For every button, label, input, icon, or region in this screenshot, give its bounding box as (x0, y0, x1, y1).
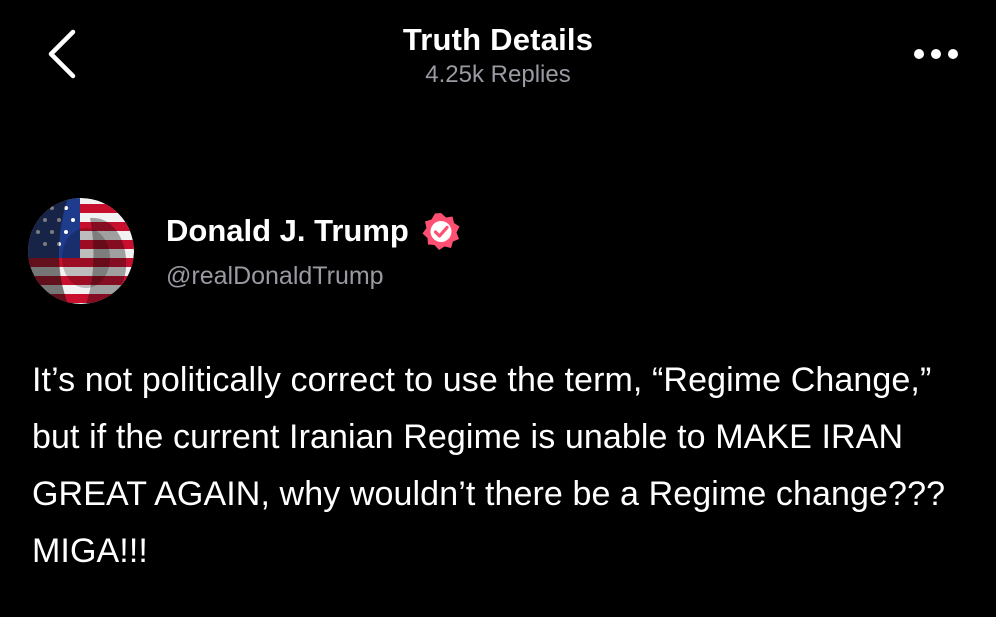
verified-badge-icon (421, 211, 461, 251)
author-name-line: Donald J. Trump (166, 211, 461, 251)
post-body-text: It’s not politically correct to use the … (32, 361, 946, 570)
more-options-button[interactable] (910, 36, 962, 72)
header-titles: Truth Details 4.25k Replies (0, 22, 996, 90)
chevron-left-icon (48, 29, 76, 79)
more-horizontal-icon (914, 49, 958, 59)
avatar[interactable] (28, 198, 134, 304)
author-handle[interactable]: @realDonaldTrump (166, 261, 461, 291)
page-title: Truth Details (402, 22, 594, 57)
back-button[interactable] (36, 28, 88, 80)
author-display-name[interactable]: Donald J. Trump (166, 212, 409, 250)
replies-count: 4.25k Replies (425, 61, 571, 88)
top-bar: Truth Details 4.25k Replies (0, 0, 996, 110)
author-meta: Donald J. Trump @realDonaldTrump (166, 211, 461, 291)
post-author: Donald J. Trump @realDonaldTrump (28, 196, 461, 306)
